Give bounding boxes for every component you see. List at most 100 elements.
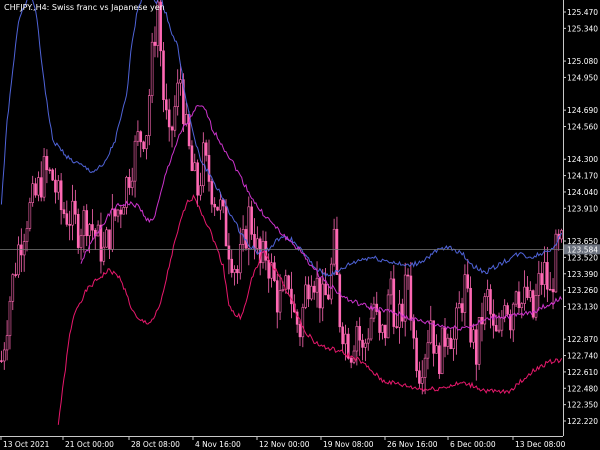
- candle-body: [37, 178, 39, 195]
- candle-body: [498, 330, 500, 331]
- candle-body: [322, 284, 324, 308]
- candle-body: [526, 287, 528, 298]
- candle-body: [390, 279, 392, 295]
- candle-body: [168, 110, 170, 127]
- candle-body: [256, 239, 258, 249]
- candle-body: [3, 350, 5, 361]
- candle-body: [438, 346, 440, 374]
- candle-body: [214, 204, 216, 207]
- candle-body: [57, 181, 59, 192]
- candles-layer: [0, 0, 562, 394]
- candle-body: [290, 289, 292, 304]
- time-scale[interactable]: 13 Oct 202121 Oct 00:0028 Oct 08:004 Nov…: [1, 436, 566, 449]
- candle-body: [100, 225, 102, 261]
- candle-body: [111, 209, 113, 250]
- candle-body: [379, 312, 381, 333]
- candle-body: [441, 328, 443, 374]
- candle-body: [251, 207, 253, 234]
- candle-body: [239, 244, 241, 272]
- candle-body: [86, 211, 88, 236]
- candle-body: [231, 259, 233, 272]
- price-tick-label: 124.690: [567, 106, 598, 115]
- candle-body: [344, 334, 346, 344]
- chart-window[interactable]: 123.584 125.470125.340125.080124.950124.…: [0, 0, 600, 450]
- candle-body: [478, 317, 480, 364]
- candle-body: [191, 146, 193, 171]
- candle-body: [538, 273, 540, 295]
- candle-body: [15, 275, 17, 276]
- candle-body: [20, 245, 22, 255]
- candle-body: [373, 304, 375, 318]
- candle-body: [507, 306, 509, 315]
- candle-body: [145, 136, 147, 149]
- candle-body: [6, 336, 8, 350]
- candle-body: [288, 276, 290, 289]
- candle-body: [23, 242, 25, 255]
- candle-body: [339, 275, 341, 327]
- candle-body: [501, 318, 503, 330]
- candle-body: [447, 338, 449, 346]
- candle-body: [461, 304, 463, 313]
- candle-body: [521, 304, 523, 308]
- price-tick-label: 123.650: [567, 237, 598, 246]
- candle-body: [268, 260, 270, 278]
- candle-body: [342, 327, 344, 344]
- candle-body: [32, 184, 34, 203]
- chart-title: CHFJPY.,H4: Swiss franc vs Japanese yen: [4, 3, 165, 12]
- candle-body: [74, 201, 76, 214]
- candle-body: [123, 207, 125, 214]
- lower-band-line: [58, 196, 561, 425]
- candle-body: [9, 301, 11, 335]
- candle-body: [137, 132, 139, 142]
- candle-body: [549, 289, 551, 290]
- candle-body: [66, 214, 68, 225]
- candle-body: [470, 288, 472, 342]
- candle-body: [194, 163, 196, 171]
- candle-body: [356, 326, 358, 351]
- price-tick-label: 122.220: [567, 417, 598, 426]
- candle-body: [273, 263, 275, 281]
- candle-body: [413, 320, 415, 338]
- candle-body: [464, 275, 466, 313]
- candle-body: [404, 275, 406, 321]
- price-tick-label: 124.040: [567, 188, 598, 197]
- candle-body: [148, 96, 150, 136]
- candle-body: [418, 371, 420, 384]
- candle-body: [308, 285, 310, 299]
- candle-body: [455, 308, 457, 339]
- candle-body: [60, 181, 62, 210]
- time-tick-label: 21 Oct 00:00: [65, 440, 114, 449]
- candle-body: [35, 184, 37, 195]
- price-tick-label: 123.260: [567, 286, 598, 295]
- candle-body: [114, 209, 116, 216]
- candle-body: [350, 358, 352, 362]
- price-tick-label: 124.300: [567, 155, 598, 164]
- candle-body: [495, 325, 497, 331]
- candle-body: [120, 210, 122, 214]
- candle-body: [219, 200, 221, 210]
- candle-body: [80, 236, 82, 248]
- candle-body: [416, 338, 418, 371]
- candle-body: [524, 287, 526, 303]
- candle-body: [381, 325, 383, 332]
- candle-body: [211, 181, 213, 204]
- candle-body: [134, 141, 136, 181]
- candle-body: [131, 181, 133, 187]
- candle-body: [544, 262, 546, 284]
- price-tick-label: 124.950: [567, 73, 598, 82]
- price-chart[interactable]: 123.584 125.470125.340125.080124.950124.…: [0, 0, 600, 450]
- candle-body: [208, 155, 210, 181]
- time-tick-label: 6 Dec 00:00: [450, 440, 496, 449]
- candle-body: [367, 339, 369, 343]
- price-tick-label: 123.910: [567, 204, 598, 213]
- candle-body: [217, 207, 219, 210]
- candle-body: [165, 100, 167, 110]
- candle-body: [393, 279, 395, 327]
- price-scale[interactable]: 125.470125.340125.080124.950124.690124.5…: [563, 8, 598, 426]
- candle-body: [40, 178, 42, 198]
- current-price-layer: 123.584: [0, 244, 600, 254]
- time-tick-label: 13 Dec 08:00: [515, 440, 566, 449]
- candle-body: [89, 225, 91, 236]
- candle-body: [407, 275, 409, 276]
- candle-body: [228, 246, 230, 259]
